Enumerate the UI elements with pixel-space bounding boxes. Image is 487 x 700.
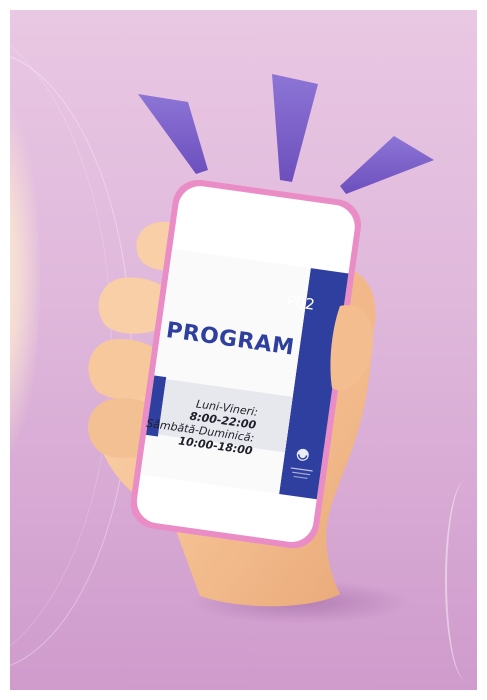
attention-sparks-icon — [138, 74, 434, 194]
illustration-card: PROGRAM P02 Luni-Vineri: 8:00-22:00 Sâmb… — [10, 10, 477, 690]
screen-code: P02 — [285, 292, 316, 314]
illustration-canvas: PROGRAM P02 Luni-Vineri: 8:00-22:00 Sâmb… — [0, 0, 487, 700]
